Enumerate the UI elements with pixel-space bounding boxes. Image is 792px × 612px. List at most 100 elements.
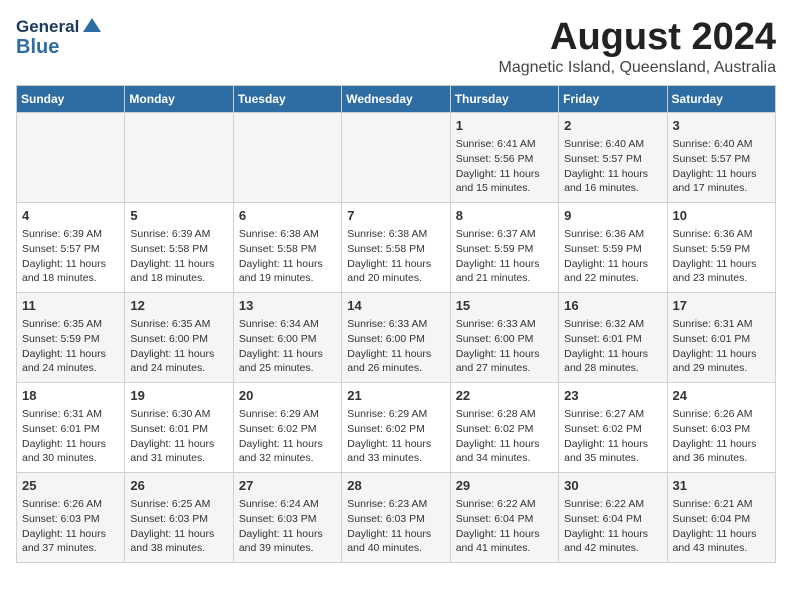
calendar-cell bbox=[233, 113, 341, 203]
day-number: 1 bbox=[456, 117, 553, 135]
calendar-cell: 14Sunrise: 6:33 AM Sunset: 6:00 PM Dayli… bbox=[342, 293, 450, 383]
day-number: 26 bbox=[130, 477, 227, 495]
day-info: Sunrise: 6:36 AM Sunset: 5:59 PM Dayligh… bbox=[673, 227, 770, 286]
day-info: Sunrise: 6:40 AM Sunset: 5:57 PM Dayligh… bbox=[673, 137, 770, 196]
day-info: Sunrise: 6:31 AM Sunset: 6:01 PM Dayligh… bbox=[673, 317, 770, 376]
logo-blue-text: Blue bbox=[16, 36, 103, 58]
page-header: General Blue August 2024 Magnetic Island… bbox=[16, 16, 776, 77]
calendar-cell: 15 Sunrise: 6:33 AM Sunset: 6:00 PM Dayli… bbox=[450, 293, 558, 383]
day-number: 4 bbox=[22, 207, 119, 225]
day-info: Sunrise: 6:26 AM Sunset: 6:03 PM Dayligh… bbox=[22, 497, 119, 556]
day-info: Sunrise: 6:24 AM Sunset: 6:03 PM Dayligh… bbox=[239, 497, 336, 556]
day-info: Sunrise: 6:41 AM Sunset: 5:56 PM Dayligh… bbox=[456, 137, 553, 196]
day-info: Sunrise: 6:40 AM Sunset: 5:57 PM Dayligh… bbox=[564, 137, 661, 196]
day-info: Sunrise: 6:29 AM Sunset: 6:02 PM Dayligh… bbox=[239, 407, 336, 466]
main-title: August 2024 bbox=[499, 16, 777, 59]
calendar-week-row: 25 Sunrise: 6:26 AM Sunset: 6:03 PM Dayli… bbox=[17, 473, 776, 563]
day-info: Sunrise: 6:23 AM Sunset: 6:03 PM Dayligh… bbox=[347, 497, 444, 556]
calendar-cell: 6 Sunrise: 6:38 AM Sunset: 5:58 PM Daylig… bbox=[233, 203, 341, 293]
day-number: 3 bbox=[673, 117, 770, 135]
calendar-cell: 31 Sunrise: 6:21 AM Sunset: 6:04 PM Dayli… bbox=[667, 473, 775, 563]
day-info: Sunrise: 6:39 AM Sunset: 5:57 PM Dayligh… bbox=[22, 227, 119, 286]
day-info: Sunrise: 6:22 AM Sunset: 6:04 PM Dayligh… bbox=[564, 497, 661, 556]
day-info: Sunrise: 6:38 AM Sunset: 5:58 PM Dayligh… bbox=[347, 227, 444, 286]
logo-bird-icon bbox=[81, 16, 103, 38]
calendar-cell: 11 Sunrise: 6:35 AM Sunset: 5:59 PM Dayli… bbox=[17, 293, 125, 383]
calendar-cell: 30Sunrise: 6:22 AM Sunset: 6:04 PM Dayli… bbox=[559, 473, 667, 563]
day-number: 31 bbox=[673, 477, 770, 495]
weekday-header: Sunday bbox=[17, 86, 125, 113]
day-info: Sunrise: 6:25 AM Sunset: 6:03 PM Dayligh… bbox=[130, 497, 227, 556]
day-number: 15 bbox=[456, 297, 553, 315]
calendar-cell: 23 Sunrise: 6:27 AM Sunset: 6:02 PM Dayli… bbox=[559, 383, 667, 473]
day-number: 10 bbox=[673, 207, 770, 225]
calendar-cell: 21 Sunrise: 6:29 AM Sunset: 6:02 PM Dayli… bbox=[342, 383, 450, 473]
weekday-header: Thursday bbox=[450, 86, 558, 113]
weekday-header: Saturday bbox=[667, 86, 775, 113]
weekday-header: Monday bbox=[125, 86, 233, 113]
calendar-cell: 2Sunrise: 6:40 AM Sunset: 5:57 PM Daylig… bbox=[559, 113, 667, 203]
day-number: 13 bbox=[239, 297, 336, 315]
day-info: Sunrise: 6:28 AM Sunset: 6:02 PM Dayligh… bbox=[456, 407, 553, 466]
calendar-cell bbox=[342, 113, 450, 203]
day-number: 18 bbox=[22, 387, 119, 405]
calendar-week-row: 1 Sunrise: 6:41 AM Sunset: 5:56 PM Daylig… bbox=[17, 113, 776, 203]
day-number: 7 bbox=[347, 207, 444, 225]
calendar-cell: 3 Sunrise: 6:40 AM Sunset: 5:57 PM Daylig… bbox=[667, 113, 775, 203]
title-area: August 2024 Magnetic Island, Queensland,… bbox=[499, 16, 777, 77]
day-number: 14 bbox=[347, 297, 444, 315]
day-info: Sunrise: 6:30 AM Sunset: 6:01 PM Dayligh… bbox=[130, 407, 227, 466]
day-info: Sunrise: 6:35 AM Sunset: 5:59 PM Dayligh… bbox=[22, 317, 119, 376]
day-info: Sunrise: 6:22 AM Sunset: 6:04 PM Dayligh… bbox=[456, 497, 553, 556]
day-info: Sunrise: 6:27 AM Sunset: 6:02 PM Dayligh… bbox=[564, 407, 661, 466]
calendar-cell: 8Sunrise: 6:37 AM Sunset: 5:59 PM Daylig… bbox=[450, 203, 558, 293]
calendar-cell: 9 Sunrise: 6:36 AM Sunset: 5:59 PM Daylig… bbox=[559, 203, 667, 293]
calendar-cell: 18 Sunrise: 6:31 AM Sunset: 6:01 PM Dayli… bbox=[17, 383, 125, 473]
day-info: Sunrise: 6:38 AM Sunset: 5:58 PM Dayligh… bbox=[239, 227, 336, 286]
day-info: Sunrise: 6:32 AM Sunset: 6:01 PM Dayligh… bbox=[564, 317, 661, 376]
calendar-cell: 19Sunrise: 6:30 AM Sunset: 6:01 PM Dayli… bbox=[125, 383, 233, 473]
day-number: 23 bbox=[564, 387, 661, 405]
calendar-cell: 1 Sunrise: 6:41 AM Sunset: 5:56 PM Daylig… bbox=[450, 113, 558, 203]
calendar-cell: 24Sunrise: 6:26 AM Sunset: 6:03 PM Dayli… bbox=[667, 383, 775, 473]
day-number: 12 bbox=[130, 297, 227, 315]
day-number: 21 bbox=[347, 387, 444, 405]
calendar-header-row: SundayMondayTuesdayWednesdayThursdayFrid… bbox=[17, 86, 776, 113]
calendar-body: 1 Sunrise: 6:41 AM Sunset: 5:56 PM Daylig… bbox=[17, 113, 776, 563]
day-number: 6 bbox=[239, 207, 336, 225]
day-number: 8 bbox=[456, 207, 553, 225]
calendar-cell bbox=[125, 113, 233, 203]
calendar-cell: 25 Sunrise: 6:26 AM Sunset: 6:03 PM Dayli… bbox=[17, 473, 125, 563]
calendar-cell: 5 Sunrise: 6:39 AM Sunset: 5:58 PM Daylig… bbox=[125, 203, 233, 293]
day-number: 5 bbox=[130, 207, 227, 225]
day-number: 25 bbox=[22, 477, 119, 495]
weekday-header: Tuesday bbox=[233, 86, 341, 113]
calendar-cell: 20 Sunrise: 6:29 AM Sunset: 6:02 PM Dayli… bbox=[233, 383, 341, 473]
day-info: Sunrise: 6:31 AM Sunset: 6:01 PM Dayligh… bbox=[22, 407, 119, 466]
day-info: Sunrise: 6:33 AM Sunset: 6:00 PM Dayligh… bbox=[456, 317, 553, 376]
day-info: Sunrise: 6:39 AM Sunset: 5:58 PM Dayligh… bbox=[130, 227, 227, 286]
calendar-cell: 13 Sunrise: 6:34 AM Sunset: 6:00 PM Dayli… bbox=[233, 293, 341, 383]
calendar-cell: 10 Sunrise: 6:36 AM Sunset: 5:59 PM Dayli… bbox=[667, 203, 775, 293]
day-number: 27 bbox=[239, 477, 336, 495]
logo: General Blue bbox=[16, 16, 103, 58]
day-info: Sunrise: 6:29 AM Sunset: 6:02 PM Dayligh… bbox=[347, 407, 444, 466]
calendar-cell bbox=[17, 113, 125, 203]
weekday-header: Wednesday bbox=[342, 86, 450, 113]
calendar-cell: 7 Sunrise: 6:38 AM Sunset: 5:58 PM Daylig… bbox=[342, 203, 450, 293]
day-number: 29 bbox=[456, 477, 553, 495]
day-number: 20 bbox=[239, 387, 336, 405]
calendar-table: SundayMondayTuesdayWednesdayThursdayFrid… bbox=[16, 85, 776, 563]
logo-general: General bbox=[16, 18, 79, 37]
day-info: Sunrise: 6:34 AM Sunset: 6:00 PM Dayligh… bbox=[239, 317, 336, 376]
calendar-cell: 16Sunrise: 6:32 AM Sunset: 6:01 PM Dayli… bbox=[559, 293, 667, 383]
day-number: 9 bbox=[564, 207, 661, 225]
day-number: 11 bbox=[22, 297, 119, 315]
day-number: 22 bbox=[456, 387, 553, 405]
calendar-cell: 17Sunrise: 6:31 AM Sunset: 6:01 PM Dayli… bbox=[667, 293, 775, 383]
day-info: Sunrise: 6:21 AM Sunset: 6:04 PM Dayligh… bbox=[673, 497, 770, 556]
calendar-week-row: 11 Sunrise: 6:35 AM Sunset: 5:59 PM Dayli… bbox=[17, 293, 776, 383]
calendar-cell: 12Sunrise: 6:35 AM Sunset: 6:00 PM Dayli… bbox=[125, 293, 233, 383]
day-info: Sunrise: 6:36 AM Sunset: 5:59 PM Dayligh… bbox=[564, 227, 661, 286]
calendar-week-row: 18 Sunrise: 6:31 AM Sunset: 6:01 PM Dayli… bbox=[17, 383, 776, 473]
